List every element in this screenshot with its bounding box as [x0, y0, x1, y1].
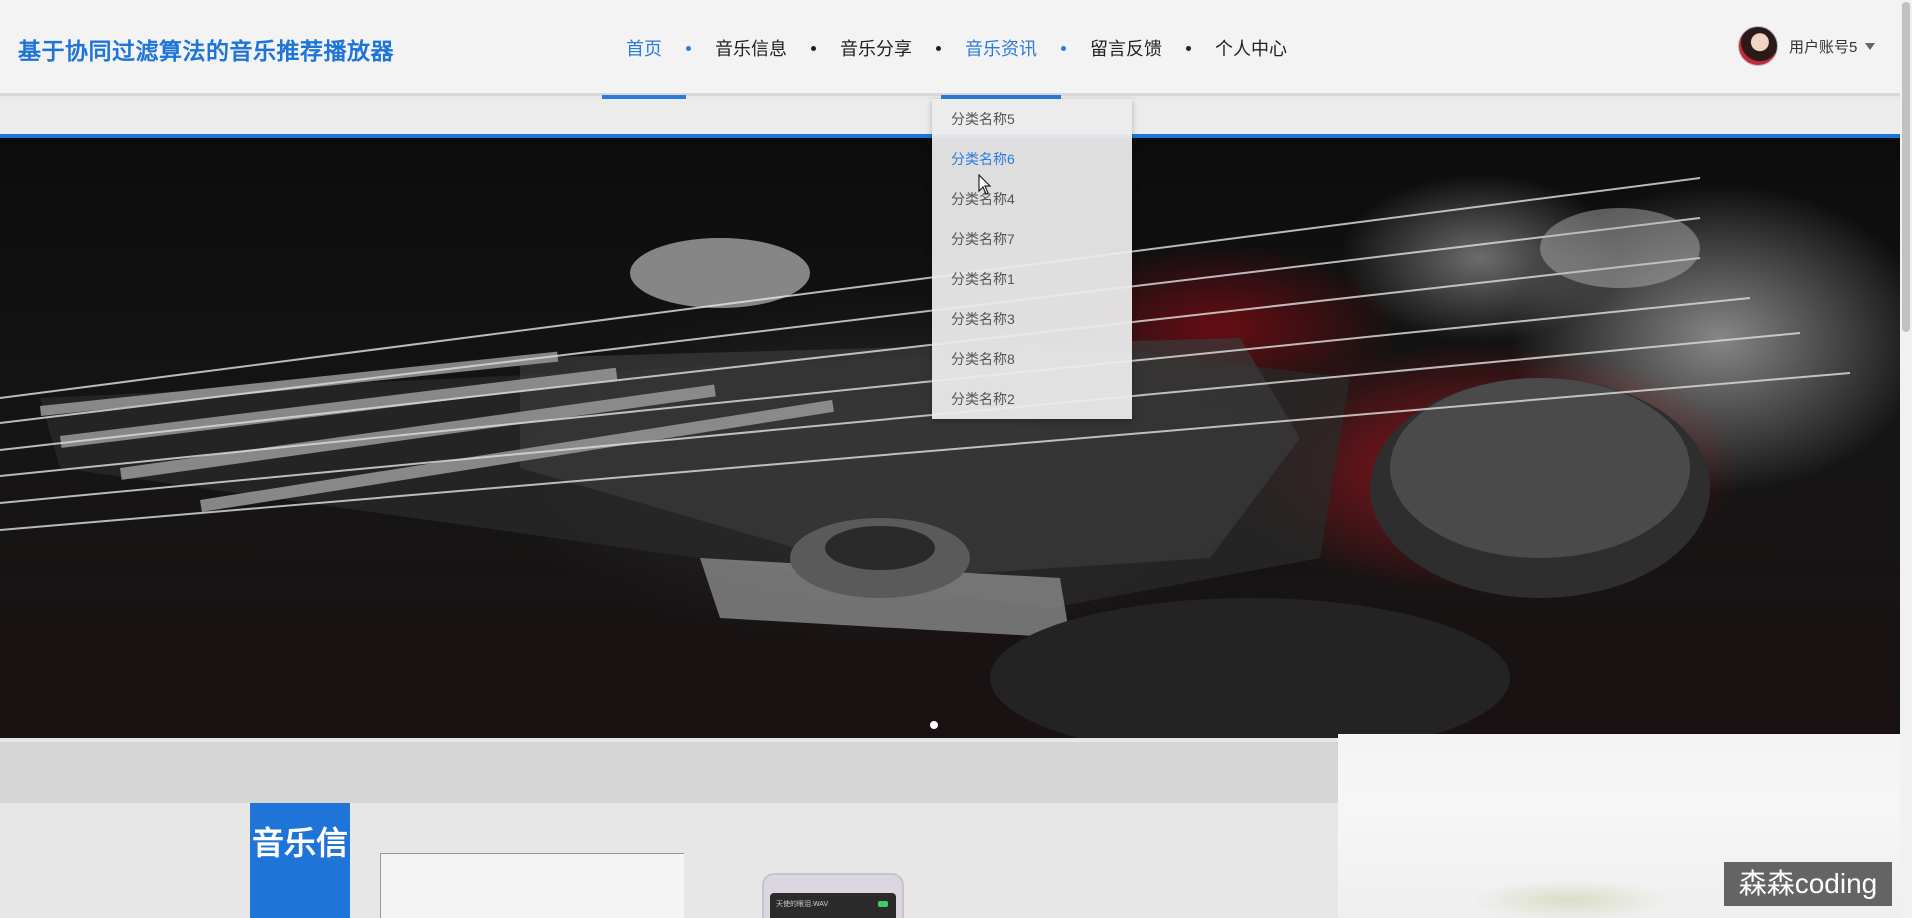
user-menu[interactable]: 用户账号5	[1738, 26, 1876, 66]
page: 基于协同过滤算法的音乐推荐播放器 首页 音乐信息 音乐分享 音乐资讯 留言反馈 …	[0, 0, 1912, 918]
scrollbar-thumb[interactable]	[1902, 2, 1910, 332]
side-panel-decoration	[1470, 880, 1670, 918]
dropdown-item[interactable]: 分类名称7	[932, 219, 1132, 259]
nav-item-feedback[interactable]: 留言反馈	[1066, 0, 1186, 96]
device-screen-text: 天使的眼泪.WAV	[776, 901, 829, 908]
top-header: 基于协同过滤算法的音乐推荐播放器 首页 音乐信息 音乐分享 音乐资讯 留言反馈 …	[0, 0, 1900, 99]
device-screen: 天使的眼泪.WAV	[770, 893, 896, 918]
section-title-tag: 音乐信	[250, 803, 350, 918]
nav-item-music-info[interactable]: 音乐信息	[691, 0, 811, 96]
music-thumbnail[interactable]: 天使的眼泪.WAV	[762, 873, 904, 918]
watermark: 森森coding	[1724, 862, 1892, 906]
dropdown-item[interactable]: 分类名称2	[932, 379, 1132, 419]
dropdown-item[interactable]: 分类名称4	[932, 179, 1132, 219]
carousel-indicator[interactable]	[930, 721, 938, 729]
dropdown-item[interactable]: 分类名称5	[932, 99, 1132, 139]
music-card[interactable]	[380, 853, 684, 918]
page-scrollbar[interactable]	[1900, 0, 1912, 918]
category-dropdown: 分类名称5 分类名称6 分类名称4 分类名称7 分类名称1 分类名称3 分类名称…	[932, 99, 1132, 419]
mouse-cursor-icon	[978, 174, 992, 195]
nav-item-music-share[interactable]: 音乐分享	[816, 0, 936, 96]
dropdown-item[interactable]: 分类名称8	[932, 339, 1132, 379]
user-name[interactable]: 用户账号5	[1789, 36, 1857, 57]
caret-down-icon[interactable]	[1865, 42, 1876, 50]
dropdown-item[interactable]: 分类名称3	[932, 299, 1132, 339]
main-nav: 首页 音乐信息 音乐分享 音乐资讯 留言反馈 个人中心	[602, 0, 1311, 99]
site-title[interactable]: 基于协同过滤算法的音乐推荐播放器	[18, 32, 394, 66]
nav-item-personal-center[interactable]: 个人中心	[1191, 0, 1311, 96]
dropdown-item[interactable]: 分类名称1	[932, 259, 1132, 299]
content-band	[0, 742, 1340, 803]
nav-item-home[interactable]: 首页	[602, 0, 686, 99]
dropdown-item[interactable]: 分类名称6	[932, 139, 1132, 179]
avatar[interactable]	[1738, 26, 1778, 66]
nav-item-music-news[interactable]: 音乐资讯	[941, 0, 1061, 99]
battery-icon	[878, 901, 888, 907]
